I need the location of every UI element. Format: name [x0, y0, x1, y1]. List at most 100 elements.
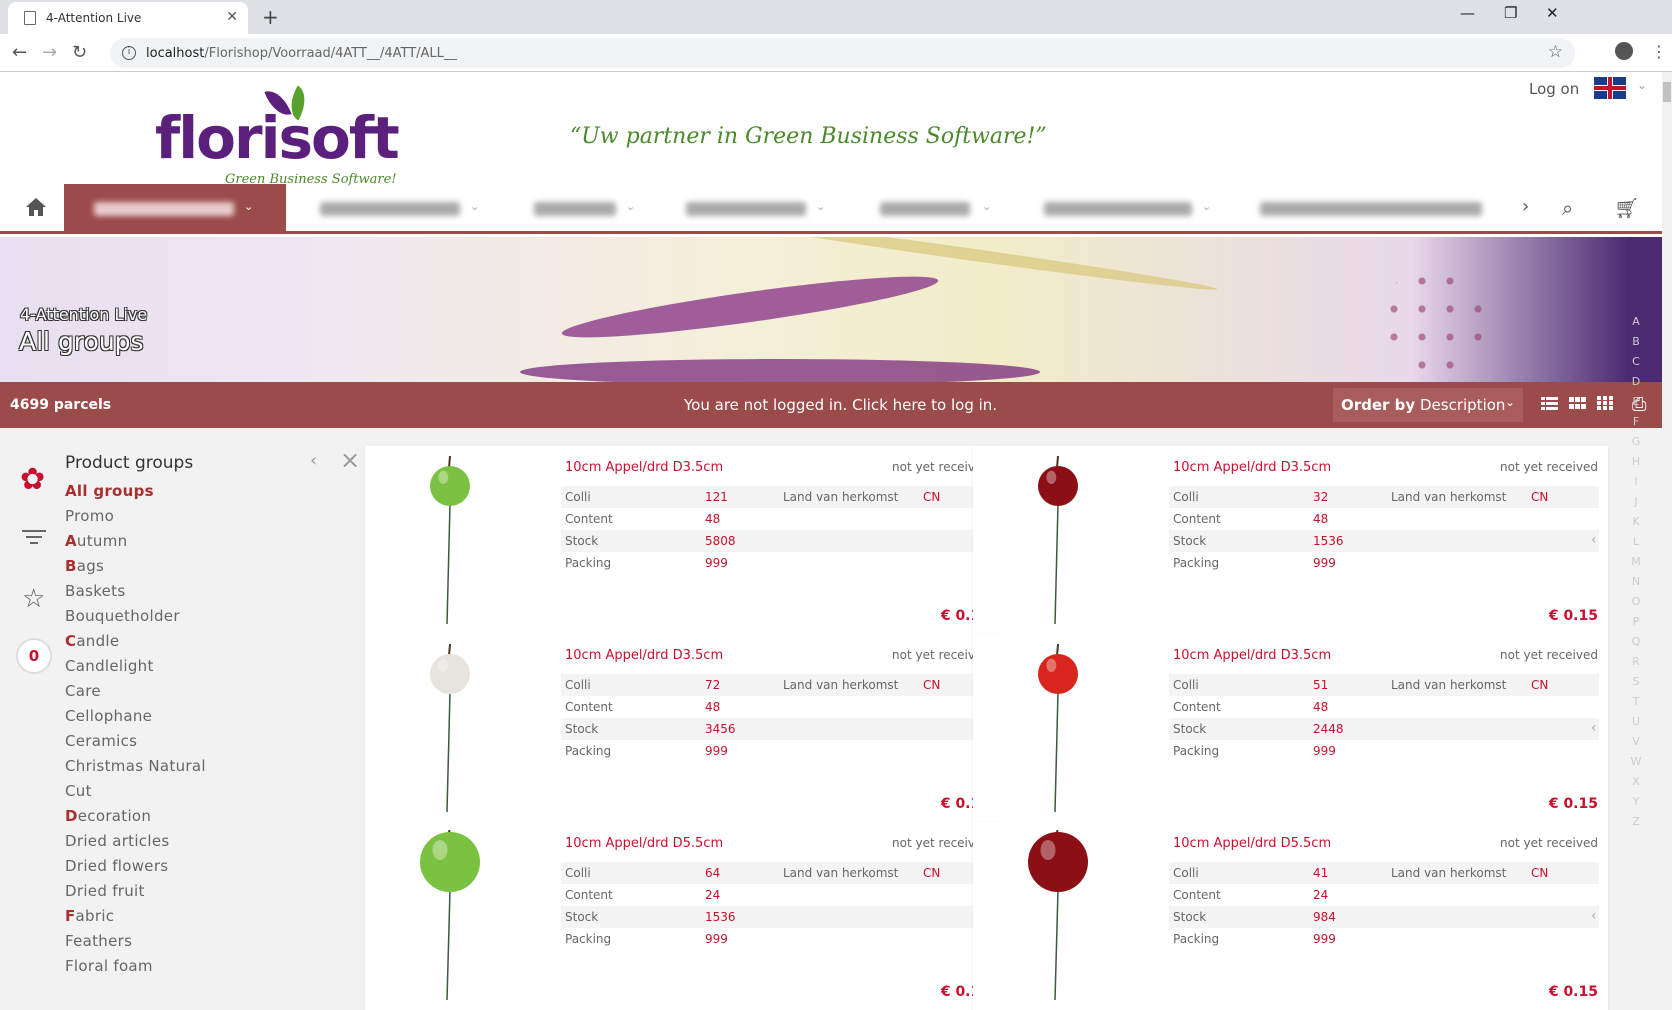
reload-icon[interactable]: ↻	[72, 42, 87, 63]
restore-icon[interactable]: ❐	[1504, 4, 1517, 22]
product-group-item[interactable]: Fabric	[65, 905, 206, 930]
back-icon[interactable]: ←	[12, 42, 27, 63]
blurred-menu-item[interactable]	[880, 202, 970, 216]
product-group-item[interactable]: Candle	[65, 630, 206, 655]
product-card[interactable]: 10cm Appel/drd D3.5cm not yet received Col…	[365, 634, 1000, 822]
minimize-icon[interactable]: —	[1460, 4, 1475, 22]
window-close-icon[interactable]: ✕	[1546, 4, 1559, 22]
product-card[interactable]: 10cm Appel/drd D3.5cm not yet received Col…	[973, 446, 1608, 634]
product-group-item[interactable]: Candlelight	[65, 655, 206, 680]
product-group-item[interactable]: Decoration	[65, 805, 206, 830]
scrollbar-thumb[interactable]	[1663, 82, 1671, 102]
alphabet-letter[interactable]: J	[1630, 492, 1642, 512]
account-icon[interactable]	[1615, 42, 1633, 60]
order-by-select[interactable]: Order by Description ⌄	[1333, 388, 1523, 422]
product-group-item[interactable]: Dried flowers	[65, 855, 206, 880]
product-image[interactable]	[415, 830, 485, 1000]
product-image[interactable]	[1023, 830, 1093, 1000]
blurred-menu-item[interactable]	[320, 202, 460, 216]
alphabet-letter[interactable]: Z	[1630, 812, 1642, 832]
browser-menu-icon[interactable]: ⋮	[1651, 42, 1667, 61]
grid-view-icon[interactable]	[1569, 396, 1586, 411]
alphabet-letter[interactable]: I	[1630, 472, 1642, 492]
login-message-link[interactable]: You are not logged in. Click here to log…	[684, 396, 997, 414]
product-group-item[interactable]: Ceramics	[65, 730, 206, 755]
alphabet-letter[interactable]: Q	[1630, 632, 1642, 652]
bookmark-star-icon[interactable]: ☆	[1548, 42, 1563, 62]
product-group-item[interactable]: Dried fruit	[65, 880, 206, 905]
alphabet-letter[interactable]: T	[1630, 692, 1642, 712]
search-icon[interactable]: ⌕	[1562, 196, 1573, 220]
product-group-item[interactable]: Bags	[65, 555, 206, 580]
product-card[interactable]: 10cm Appel/drd D5.5cm not yet received Col…	[365, 822, 1000, 1010]
chevron-left-icon[interactable]: ‹	[1591, 908, 1597, 924]
alphabet-letter[interactable]: N	[1630, 572, 1642, 592]
blurred-menu-item[interactable]	[686, 202, 806, 216]
product-title[interactable]: 10cm Appel/drd D3.5cm	[565, 460, 723, 475]
blurred-menu-item[interactable]	[1044, 202, 1192, 216]
alphabet-letter[interactable]: O	[1630, 592, 1642, 612]
alphabet-letter[interactable]: V	[1630, 732, 1642, 752]
close-icon[interactable]: ×	[340, 446, 360, 474]
product-image[interactable]	[1023, 454, 1093, 624]
product-group-item[interactable]: All groups	[65, 480, 206, 505]
product-title[interactable]: 10cm Appel/drd D3.5cm	[565, 648, 723, 663]
product-image[interactable]	[415, 642, 485, 812]
product-title[interactable]: 10cm Appel/drd D3.5cm	[1173, 648, 1331, 663]
alphabet-letter[interactable]: R	[1630, 652, 1642, 672]
blurred-menu-item[interactable]	[1260, 202, 1482, 216]
star-icon[interactable]: ☆	[22, 584, 45, 614]
product-card[interactable]: 10cm Appel/drd D5.5cm not yet received Col…	[973, 822, 1608, 1010]
list-view-icon[interactable]	[1541, 396, 1558, 411]
product-group-item[interactable]: Care	[65, 680, 206, 705]
forward-icon[interactable]: →	[42, 42, 57, 63]
product-card[interactable]: 10cm Appel/drd D3.5cm not yet received Col…	[365, 446, 1000, 634]
home-icon[interactable]	[24, 196, 48, 218]
basket-count-badge[interactable]: 0	[16, 638, 52, 674]
menu-item-active[interactable]: ⌄	[64, 184, 286, 231]
chevron-left-icon[interactable]: ‹	[310, 450, 317, 471]
chevron-left-icon[interactable]: ‹	[1591, 720, 1597, 736]
alphabet-letter[interactable]: S	[1630, 672, 1642, 692]
new-tab-icon[interactable]: +	[262, 5, 279, 29]
alphabet-letter[interactable]: G	[1630, 432, 1642, 452]
alphabet-letter[interactable]: C	[1630, 352, 1642, 372]
alphabet-letter[interactable]: U	[1630, 712, 1642, 732]
product-card[interactable]: 10cm Appel/drd D3.5cm not yet received Col…	[973, 634, 1608, 822]
small-grid-view-icon[interactable]	[1597, 396, 1614, 411]
alphabet-letter[interactable]: E	[1630, 392, 1642, 412]
product-group-item[interactable]: Autumn	[65, 530, 206, 555]
alphabet-letter[interactable]: K	[1630, 512, 1642, 532]
product-image[interactable]	[1023, 642, 1093, 812]
product-title[interactable]: 10cm Appel/drd D5.5cm	[1173, 836, 1331, 851]
product-group-item[interactable]: Cut	[65, 780, 206, 805]
cart-icon[interactable]: 🛒︎	[1614, 196, 1639, 220]
product-group-item[interactable]: Feathers	[65, 930, 206, 955]
product-group-item[interactable]: Cellophane	[65, 705, 206, 730]
alphabet-letter[interactable]: Y	[1630, 792, 1642, 812]
chevron-down-icon[interactable]: ⌄	[1637, 78, 1647, 92]
alphabet-letter[interactable]: M	[1630, 552, 1642, 572]
product-title[interactable]: 10cm Appel/drd D3.5cm	[1173, 460, 1331, 475]
product-image[interactable]	[415, 454, 485, 624]
alphabet-letter[interactable]: L	[1630, 532, 1642, 552]
product-group-item[interactable]: Baskets	[65, 580, 206, 605]
url-field[interactable]: i localhost/Florishop/Voorraad/4ATT__/4A…	[110, 38, 1575, 68]
product-group-item[interactable]: Floral foam	[65, 955, 206, 980]
product-group-item[interactable]: Bouquetholder	[65, 605, 206, 630]
product-group-item[interactable]: Promo	[65, 505, 206, 530]
florisoft-logo[interactable]: florisoft Green Business Software!	[155, 84, 405, 194]
chevron-right-icon[interactable]: ›	[1522, 196, 1529, 217]
tab-close-icon[interactable]: ✕	[226, 9, 238, 25]
chevron-left-icon[interactable]: ‹	[1591, 532, 1597, 548]
product-title[interactable]: 10cm Appel/drd D5.5cm	[565, 836, 723, 851]
alphabet-letter[interactable]: A	[1630, 312, 1642, 332]
flower-icon[interactable]: ✿	[20, 462, 45, 497]
alphabet-letter[interactable]: D	[1630, 372, 1642, 392]
alphabet-letter[interactable]: W	[1630, 752, 1642, 772]
product-group-item[interactable]: Christmas Natural	[65, 755, 206, 780]
filter-icon[interactable]	[22, 528, 46, 546]
alphabet-letter[interactable]: B	[1630, 332, 1642, 352]
browser-tab[interactable]: 4-Attention Live ✕	[8, 2, 248, 34]
uk-flag-icon[interactable]	[1594, 77, 1626, 99]
